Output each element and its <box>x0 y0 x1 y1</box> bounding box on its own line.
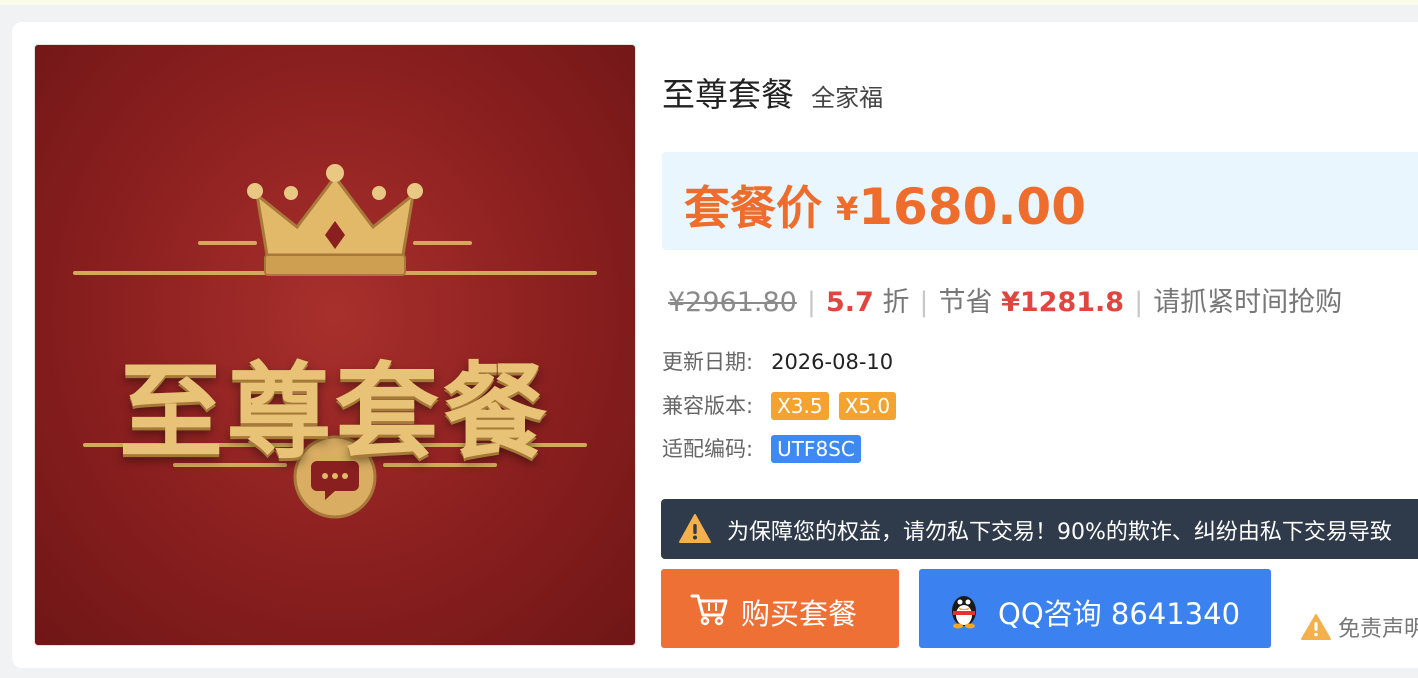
qq-consult-button[interactable]: QQ咨询 8641340 <box>919 569 1271 648</box>
encoding-tag: UTF8SC <box>771 435 861 463</box>
price-currency: ¥ <box>836 190 859 228</box>
divider: | <box>919 287 929 318</box>
price-comparison-row: ¥2961.80 | 5.7 折 | 节省 ¥1281.8 | 请抓紧时间抢购 <box>668 280 1342 319</box>
save-value: ¥1281.8 <box>1001 287 1125 318</box>
qq-penguin-icon <box>952 596 976 629</box>
divider: | <box>806 287 816 318</box>
save-label: 节省 <box>938 287 993 318</box>
product-title: 至尊套餐 <box>662 75 794 114</box>
buy-button-label: 购买套餐 <box>741 597 858 631</box>
notice-text: 为保障您的权益，请勿私下交易！90%的欺诈、纠纷由私下交易导致 <box>727 520 1392 545</box>
encoding-label: 适配编码: <box>662 437 754 461</box>
encoding-row: 适配编码: UTF8SC <box>662 433 861 463</box>
compat-tag: X5.0 <box>838 392 897 420</box>
update-date-label: 更新日期: <box>662 350 754 374</box>
warning-icon <box>1301 614 1331 640</box>
price-box: 套餐价 ¥1680.00 <box>662 152 1418 250</box>
divider: | <box>1134 287 1144 318</box>
compat-version-row: 兼容版本: X3.5 X5.0 <box>662 390 897 420</box>
discount-value: 5.7 <box>825 287 874 318</box>
crown-icon <box>247 164 423 276</box>
price-value: 1680.00 <box>858 178 1086 236</box>
product-image-title: 至尊套餐 <box>118 351 551 473</box>
disclaimer-label: 免责声明 <box>1338 617 1418 642</box>
warning-icon <box>679 514 711 543</box>
title-row: 至尊套餐 全家福 <box>662 68 883 116</box>
product-subtitle: 全家福 <box>811 84 884 112</box>
original-price: ¥2961.80 <box>668 287 797 318</box>
disclaimer-link[interactable]: 免责声明 <box>1300 608 1418 643</box>
top-strip <box>0 0 1418 5</box>
safety-notice: 为保障您的权益，请勿私下交易！90%的欺诈、纠纷由私下交易导致 <box>661 499 1418 559</box>
buy-package-button[interactable]: 购买套餐 <box>661 569 899 648</box>
product-image: 至尊套餐 <box>34 44 636 646</box>
qq-button-label: QQ咨询 8641340 <box>998 597 1241 631</box>
package-price: 套餐价 ¥1680.00 <box>684 172 1086 238</box>
update-date-value: 2026-08-10 <box>771 350 894 374</box>
update-date-row: 更新日期: 2026-08-10 <box>662 346 893 376</box>
compat-version-label: 兼容版本: <box>662 394 754 418</box>
discount-unit: 折 <box>882 287 910 318</box>
price-label: 套餐价 <box>684 181 822 235</box>
cart-icon <box>690 594 728 626</box>
compat-tag: X3.5 <box>771 392 829 420</box>
urgency-text: 请抓紧时间抢购 <box>1153 287 1343 318</box>
